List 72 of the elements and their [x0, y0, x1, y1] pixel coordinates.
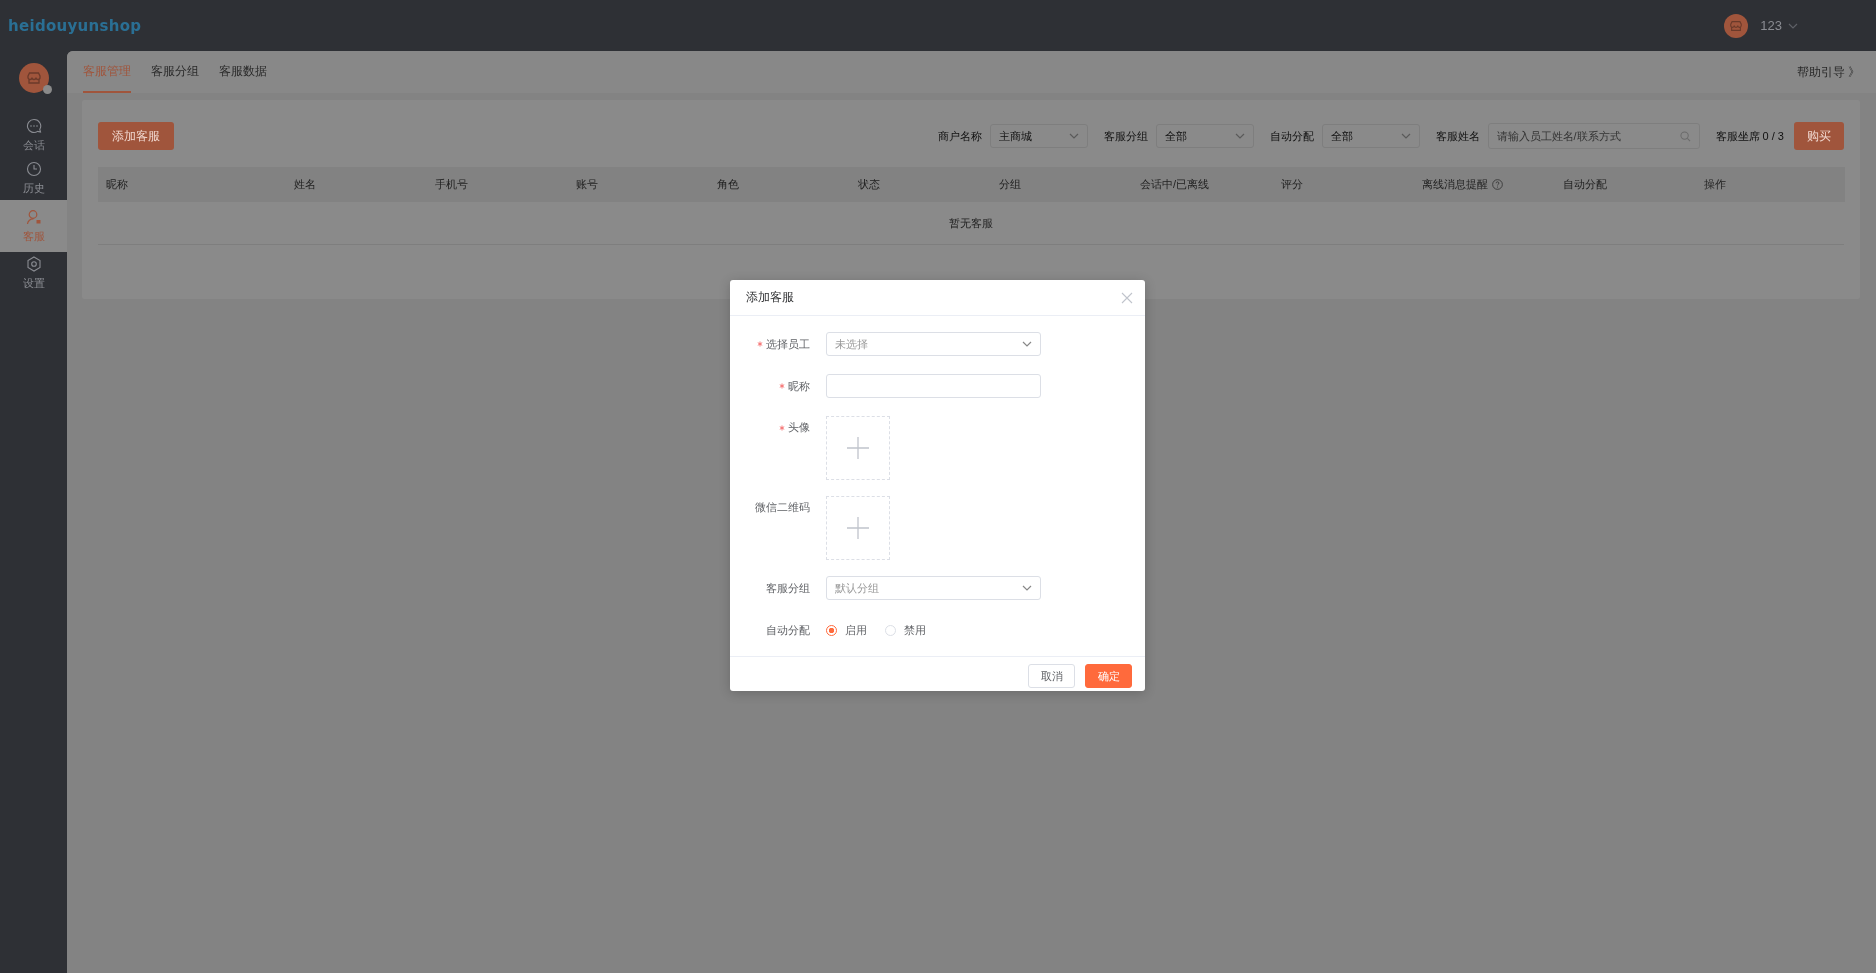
column-header: 自动分配	[1563, 177, 1607, 192]
column-header: 离线消息提醒	[1422, 177, 1488, 192]
tab[interactable]: 客服数据	[219, 51, 267, 93]
column-header: 评分	[1281, 177, 1303, 192]
field-label: 自动分配	[766, 622, 810, 638]
search-icon	[1679, 131, 1691, 142]
required-mark-icon	[779, 424, 785, 431]
field-label: 昵称	[788, 378, 810, 394]
user-menu[interactable]: 123	[1760, 18, 1798, 33]
column-header: 状态	[858, 177, 880, 192]
cancel-button[interactable]: 取消	[1028, 664, 1075, 688]
sidebar-item[interactable]: 历史	[0, 157, 67, 200]
radio-button[interactable]	[826, 624, 837, 636]
chevron-down-icon	[1022, 341, 1032, 347]
tab[interactable]: 客服分组	[151, 51, 199, 93]
filter-label: 客服分组	[1103, 128, 1148, 144]
plus-icon	[847, 517, 869, 539]
select-field[interactable]: 未选择	[826, 332, 1041, 356]
image-upload[interactable]	[826, 496, 890, 560]
field-label: 选择员工	[766, 336, 810, 352]
seat-count: 客服坐席 0 / 3	[1715, 128, 1784, 144]
field-label: 客服分组	[766, 580, 810, 596]
chevron-down-icon	[1234, 133, 1245, 139]
search-field[interactable]: 请输入员工姓名/联系方式	[1487, 123, 1700, 149]
filter-select[interactable]: 全部	[1155, 124, 1254, 148]
field-label: 微信二维码	[755, 500, 810, 515]
filter-select[interactable]: 全部	[1321, 124, 1420, 148]
column-header: 手机号	[435, 177, 468, 192]
clock-icon	[25, 161, 42, 177]
chevron-down-icon	[1788, 22, 1798, 29]
column-header: 昵称	[106, 177, 128, 192]
field-label: 头像	[788, 420, 810, 435]
logo: heidouyunshop	[8, 16, 142, 35]
confirm-button[interactable]: 确定	[1085, 664, 1132, 688]
settings-icon	[25, 256, 42, 272]
filter-label: 客服姓名	[1435, 128, 1480, 144]
column-header: 操作	[1704, 177, 1726, 192]
person-icon	[25, 208, 42, 225]
column-header: 账号	[576, 177, 598, 192]
filter-select[interactable]: 主商城	[989, 124, 1088, 148]
buy-button[interactable]: 购买	[1794, 122, 1844, 150]
empty-message: 暂无客服	[949, 215, 993, 231]
chat-bubble-icon	[25, 118, 42, 134]
sidebar-item[interactable]: 设置	[0, 252, 67, 295]
status-dot	[42, 85, 52, 94]
select-field[interactable]: 默认分组	[826, 576, 1041, 600]
add-agent-button[interactable]: 添加客服	[98, 122, 174, 150]
column-header: 会话中/已离线	[1140, 177, 1210, 192]
help-guide-link[interactable]: 帮助引导 》	[1796, 63, 1860, 81]
help-icon	[1492, 179, 1503, 190]
filter-label: 商户名称	[937, 128, 982, 144]
chevron-down-icon	[1400, 133, 1411, 139]
chevron-down-icon	[1022, 585, 1032, 591]
nickname-input[interactable]	[826, 374, 1041, 398]
required-mark-icon	[779, 383, 785, 389]
store-icon	[25, 70, 42, 86]
store-icon	[1729, 18, 1744, 33]
dialog-title: 添加客服	[746, 289, 794, 306]
close-icon[interactable]	[1121, 291, 1133, 304]
chevron-down-icon	[1068, 133, 1079, 139]
radio-option[interactable]: 禁用	[885, 622, 926, 638]
column-header: 分组	[999, 177, 1021, 192]
radio-option[interactable]: 启用	[826, 622, 867, 638]
shop-avatar[interactable]	[18, 63, 49, 93]
user-avatar[interactable]	[1724, 13, 1749, 38]
sidebar-item[interactable]: 会话	[0, 114, 67, 157]
column-header: 角色	[717, 177, 739, 192]
required-mark-icon	[757, 341, 763, 347]
filter-label: 自动分配	[1269, 128, 1314, 144]
column-header: 姓名	[294, 177, 316, 192]
plus-icon	[847, 437, 869, 459]
image-upload[interactable]	[826, 416, 890, 480]
